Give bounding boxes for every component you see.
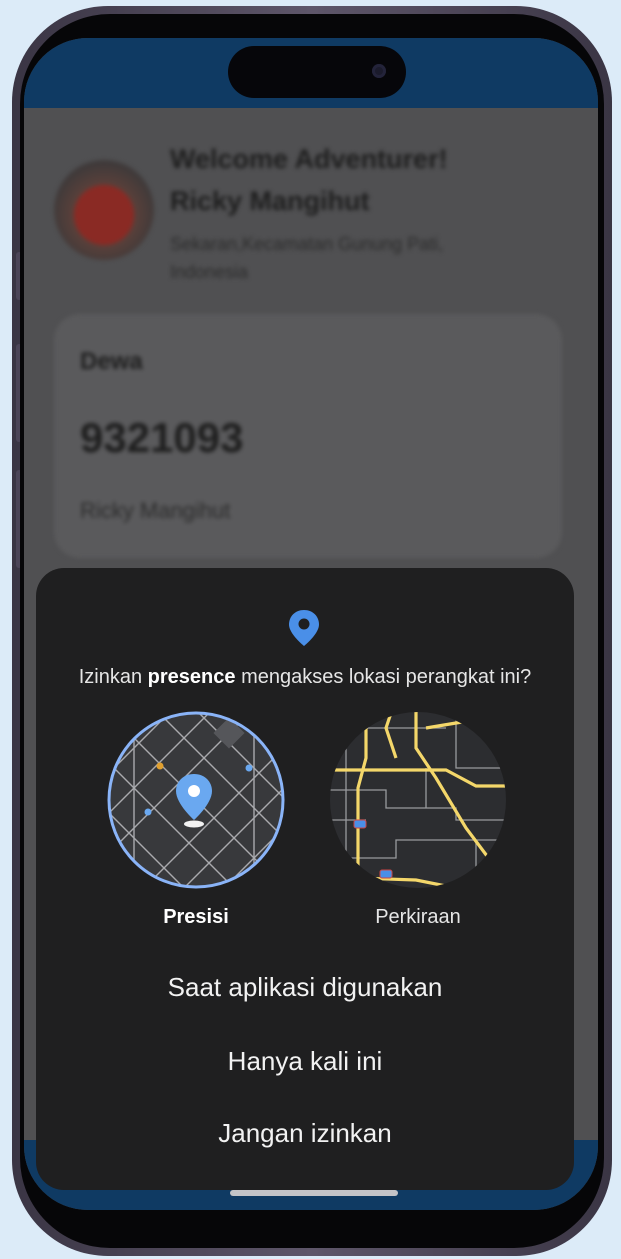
card-label: Dewa [80, 348, 143, 375]
question-prefix: Izinkan [78, 666, 148, 688]
user-location: Sekaran,Kecamatan Gunung Pati, Indonesia [170, 234, 444, 282]
location-permission-dialog: Izinkan presence mengakses lokasi perang… [36, 568, 574, 1190]
home-indicator[interactable] [230, 1190, 398, 1196]
approximate-option-label[interactable]: Perkiraan [326, 906, 510, 929]
deny-button[interactable]: Jangan izinkan [36, 1118, 574, 1149]
screen: Welcome Adventurer! Ricky Mangihut Sekar… [24, 38, 598, 1210]
location-pin-icon [289, 610, 319, 646]
greeting-text: Welcome Adventurer! [170, 144, 448, 174]
allow-once-button[interactable]: Hanya kali ini [36, 1046, 574, 1077]
precise-option-label[interactable]: Presisi [104, 906, 288, 929]
approximate-location-option[interactable] [326, 708, 510, 892]
card-name: Ricky Mangihut [80, 498, 231, 523]
front-camera [372, 64, 386, 78]
dynamic-island [228, 46, 406, 98]
avatar [54, 160, 154, 260]
question-suffix: mengakses lokasi perangkat ini? [235, 666, 532, 688]
permission-question: Izinkan presence mengakses lokasi perang… [36, 666, 574, 689]
member-card: Dewa 9321093 Ricky Mangihut [54, 314, 562, 558]
card-number: 9321093 [80, 414, 244, 461]
user-name: Ricky Mangihut [170, 186, 370, 216]
allow-while-using-button[interactable]: Saat aplikasi digunakan [36, 972, 574, 1003]
precise-location-option[interactable] [104, 708, 288, 892]
app-name: presence [147, 666, 236, 688]
